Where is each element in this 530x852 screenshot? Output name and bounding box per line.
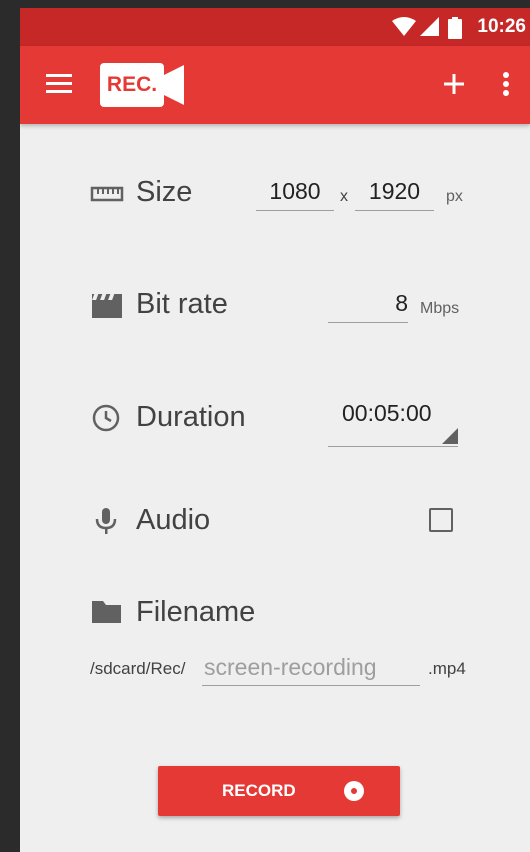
folder-icon <box>92 601 121 623</box>
camera-icon <box>164 65 184 105</box>
audio-label: Audio <box>136 504 211 536</box>
clock-icon <box>92 404 120 432</box>
status-time: 10:26 <box>477 16 526 37</box>
menu-icon[interactable] <box>46 74 72 94</box>
record-dot-icon <box>344 781 364 801</box>
app-bar: REC. <box>20 46 530 124</box>
filename-prefix: /sdcard/Rec/ <box>90 659 186 678</box>
duration-dropdown[interactable]: 00:05:00 <box>328 396 458 447</box>
duration-value: 00:05:00 <box>342 400 432 426</box>
size-unit: px <box>446 188 463 205</box>
size-separator: x <box>340 188 348 205</box>
duration-label: Duration <box>136 401 246 433</box>
height-field[interactable]: 1920 <box>355 176 434 211</box>
battery-icon <box>448 17 462 39</box>
size-label: Size <box>136 176 193 208</box>
clapperboard-icon <box>92 294 122 318</box>
logo-text: REC. <box>100 63 164 107</box>
dropdown-triangle-icon <box>442 428 458 444</box>
audio-checkbox[interactable] <box>429 508 453 532</box>
filename-extension: .mp4 <box>428 659 466 678</box>
ruler-icon <box>90 186 124 202</box>
record-button-label: RECORD <box>222 781 296 800</box>
filename-input[interactable] <box>202 650 420 686</box>
record-button[interactable]: RECORD <box>158 766 400 816</box>
more-vert-icon[interactable] <box>494 66 518 102</box>
bitrate-label: Bit rate <box>136 288 228 320</box>
add-icon[interactable] <box>436 66 472 102</box>
width-field[interactable]: 1080 <box>256 176 334 211</box>
status-bar: 10:26 <box>20 8 530 46</box>
bitrate-unit: Mbps <box>420 300 460 317</box>
microphone-icon <box>95 508 117 534</box>
bitrate-field[interactable]: 8 <box>328 288 408 323</box>
signal-icon <box>420 17 439 36</box>
app-window: 10:26 REC. Size 1080 x 1920 px Bit rate … <box>20 8 530 852</box>
filename-label: Filename <box>136 596 256 628</box>
wifi-icon <box>392 17 416 36</box>
